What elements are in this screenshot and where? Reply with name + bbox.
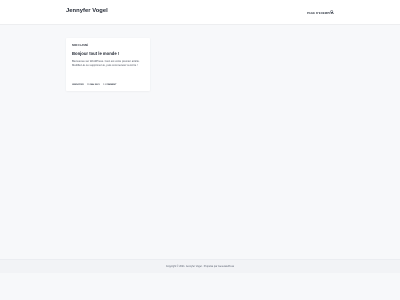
page: Jennyfer Vogel PAGE D'EXEMPLE NON CLASSÉ… xyxy=(0,0,400,300)
post-card: NON CLASSÉ Bonjour tout le monde ! Bienv… xyxy=(66,38,150,91)
main-content: NON CLASSÉ Bonjour tout le monde ! Bienv… xyxy=(0,24,400,259)
post-category[interactable]: NON CLASSÉ xyxy=(72,44,88,47)
post-meta: JENNYFER 11 MAI 2021 1 COMMENT xyxy=(72,84,119,86)
post-author[interactable]: JENNYFER xyxy=(72,84,84,86)
post-title[interactable]: Bonjour tout le monde ! xyxy=(72,51,119,56)
post-excerpt: Bienvenue sur WordPress. Ceci est votre … xyxy=(72,60,140,68)
post-date[interactable]: 11 MAI 2021 xyxy=(87,84,99,86)
search-icon[interactable] xyxy=(330,10,334,14)
footer-copyright: Copyright © 2021. Jennyfer Vogel · Propu… xyxy=(165,264,235,268)
site-header: Jennyfer Vogel PAGE D'EXEMPLE xyxy=(0,0,400,24)
site-title[interactable]: Jennyfer Vogel xyxy=(66,8,108,14)
post-comments[interactable]: 1 COMMENT xyxy=(103,84,116,86)
site-footer: Copyright © 2021. Jennyfer Vogel · Propu… xyxy=(0,259,400,273)
